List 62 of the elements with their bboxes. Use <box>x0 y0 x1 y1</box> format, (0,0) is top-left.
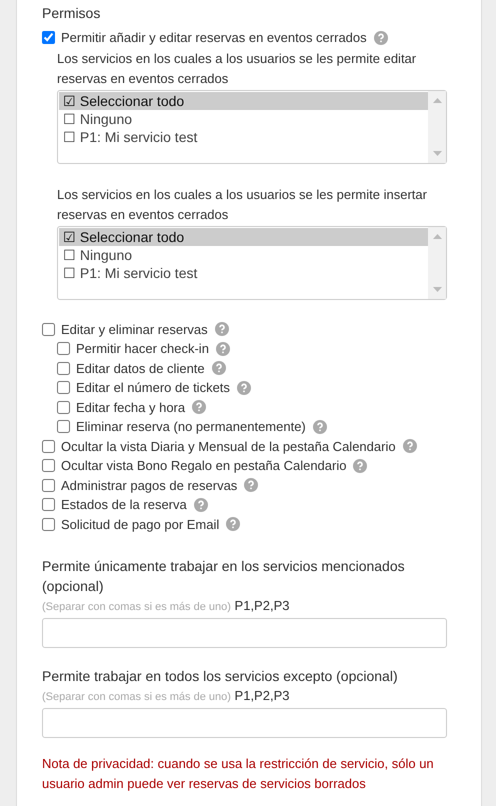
help-icon[interactable] <box>214 322 229 336</box>
scroll-up-icon[interactable] <box>432 234 442 238</box>
field-label: Permite únicamente trabajar en los servicios mencionados (opcional) <box>42 557 406 596</box>
checkbox[interactable] <box>42 498 55 512</box>
checkbox-label: Ocultar la vista Diaria y Mensual de la pestaña Calendario <box>61 438 396 456</box>
checkbox[interactable] <box>57 400 70 414</box>
help-icon[interactable] <box>192 400 206 414</box>
checkbox-label: Editar el número de tickets <box>76 379 230 397</box>
checkbox[interactable] <box>57 420 70 434</box>
checkbox[interactable] <box>57 381 70 394</box>
list-option[interactable]: ☑ Seleccionar todo <box>59 92 428 110</box>
checkbox-label: Ocultar vista Bono Regalo en pestaña Calendario <box>61 457 346 475</box>
list-option[interactable]: ☐ P1: Mi servicio test <box>59 264 428 282</box>
multi-select-list[interactable]: ☑ Seleccionar todo ☐ Ninguno ☐ P1: Mi servicio test <box>57 90 447 164</box>
multi-select-list[interactable]: ☑ Seleccionar todo ☐ Ninguno ☐ P1: Mi servicio test <box>57 226 447 300</box>
checkbox[interactable] <box>42 322 55 336</box>
list-option[interactable]: ☐ Ninguno <box>59 246 428 264</box>
checkbox-label: Solicitud de pago por Email <box>61 516 220 534</box>
field-example: P1,P2,P3 <box>234 598 290 613</box>
list-option[interactable]: ☐ P1: Mi servicio test <box>59 128 428 146</box>
checkbox[interactable] <box>42 478 55 492</box>
help-icon[interactable] <box>374 30 388 45</box>
checkbox-label: Administrar pagos de reservas <box>61 476 238 495</box>
help-icon[interactable] <box>244 478 258 492</box>
field-hint: (Separar con comas si es más de uno) <box>42 601 231 613</box>
help-icon[interactable] <box>236 380 251 395</box>
scroll-down-icon[interactable] <box>432 286 442 292</box>
section-title: Permisos <box>42 4 102 23</box>
privacy-note: Nota de privacidad: cuando se usa la restricción de servicio, sólo un usuario admin puede ver reservas de servicios borrados <box>42 755 435 793</box>
list-caption: Los servicios en los cuales a los usuarios se les permite editar reservas en eventos cerrados <box>57 50 418 88</box>
checkbox[interactable] <box>42 31 55 44</box>
checkbox-label: Editar fecha y hora <box>76 398 186 417</box>
checkbox-label: Eliminar reserva (no permanentemente) <box>76 418 306 436</box>
input-field[interactable] <box>42 618 447 648</box>
help-icon[interactable] <box>402 439 417 454</box>
scroll-up-icon[interactable] <box>432 98 442 102</box>
list-caption: Los servicios en los cuales a los usuarios se les permite insertar reservas en eventos cerrados <box>57 186 428 224</box>
checkbox-label: Permitir añadir y editar reservas en eventos cerrados <box>61 29 367 47</box>
checkbox[interactable] <box>42 440 55 453</box>
help-icon[interactable] <box>194 498 208 512</box>
help-icon[interactable] <box>353 458 368 473</box>
checkbox-label: Permitir hacer check-in <box>76 340 209 358</box>
help-icon[interactable] <box>312 420 327 434</box>
checkbox-label: Estados de la reserva <box>61 496 187 514</box>
checkbox-label: Editar y eliminar reservas <box>61 320 208 339</box>
checkbox[interactable] <box>42 518 55 531</box>
checkbox[interactable] <box>57 342 70 356</box>
scroll-down-icon[interactable] <box>432 150 442 156</box>
scrollbar[interactable] <box>428 90 446 162</box>
list-option[interactable]: ☐ Ninguno <box>59 110 428 128</box>
field-label: Permite trabajar en todos los servicios excepto (opcional) <box>42 667 399 686</box>
help-icon[interactable] <box>226 517 240 532</box>
checkbox[interactable] <box>57 362 70 375</box>
help-icon[interactable] <box>212 361 226 376</box>
checkbox-label: Editar datos de cliente <box>76 360 205 378</box>
field-hint: (Separar con comas si es más de uno) <box>42 691 231 703</box>
list-option[interactable]: ☑ Seleccionar todo <box>59 228 428 246</box>
input-field[interactable] <box>42 708 447 738</box>
field-example: P1,P2,P3 <box>234 688 290 703</box>
checkbox[interactable] <box>42 459 55 472</box>
scrollbar[interactable] <box>428 226 446 298</box>
help-icon[interactable] <box>216 342 230 356</box>
